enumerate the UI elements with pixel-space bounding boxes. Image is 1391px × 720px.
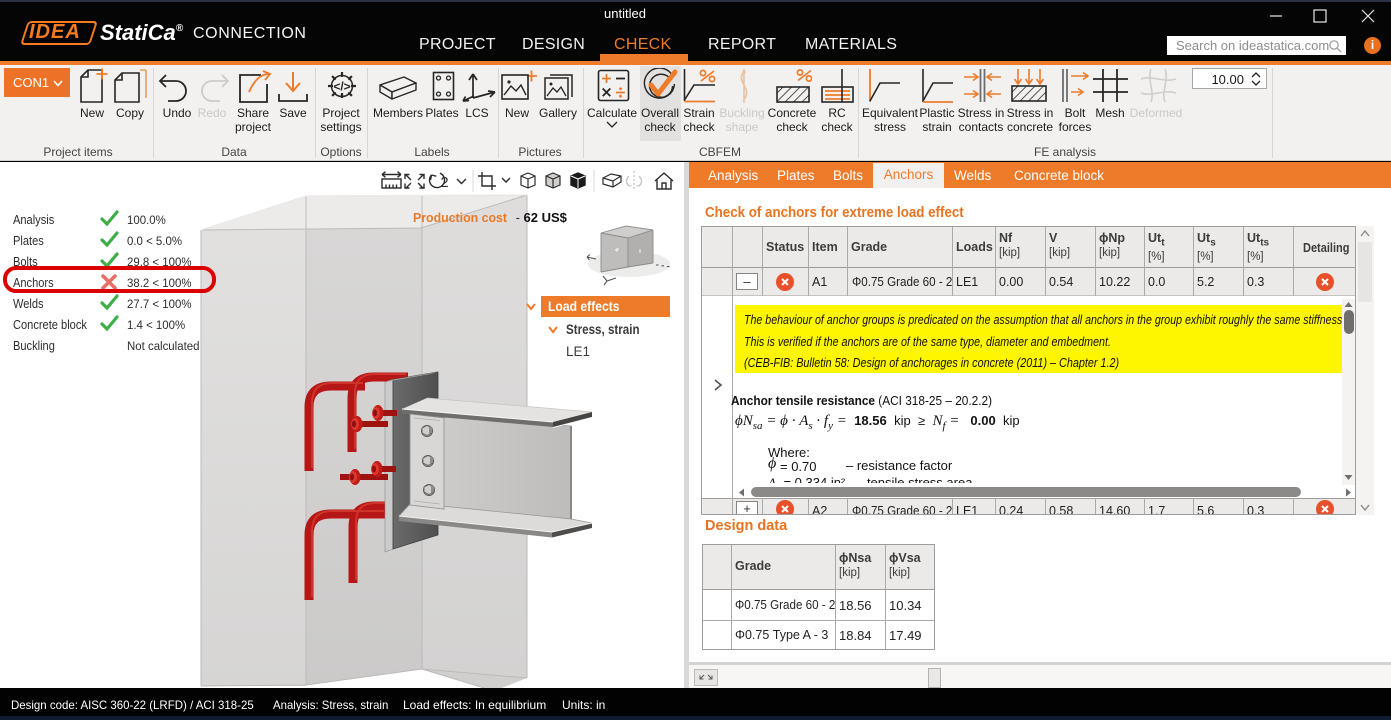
svg-text:</>: </>: [333, 80, 350, 94]
svg-text:2: 2: [441, 175, 449, 191]
